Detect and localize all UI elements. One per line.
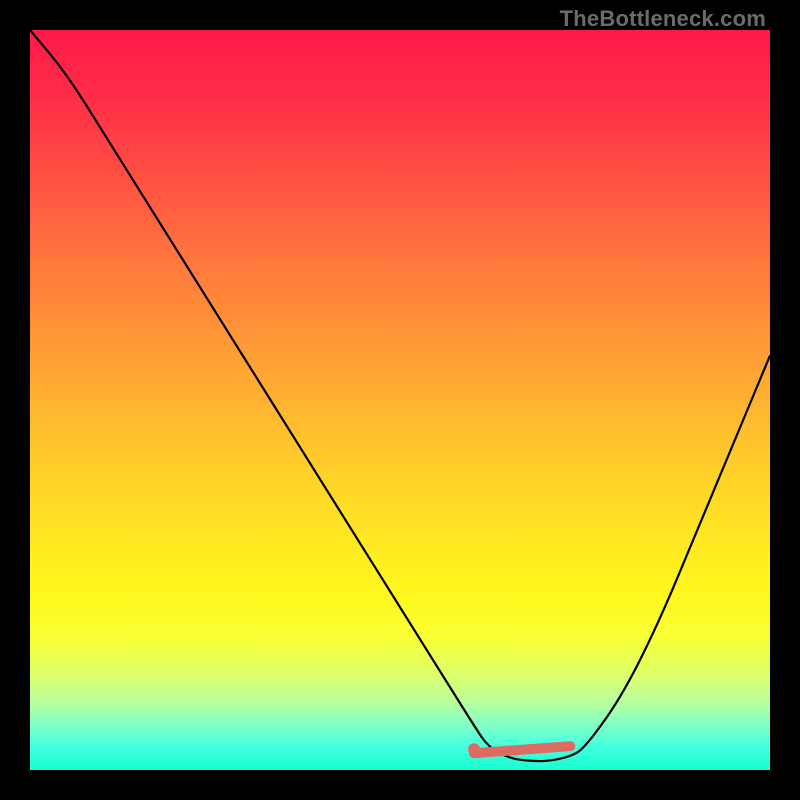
chart-stage: TheBottleneck.com: [0, 0, 800, 800]
plot-area: [30, 30, 770, 770]
attribution-label: TheBottleneck.com: [560, 6, 766, 32]
optimal-marker: [30, 30, 770, 770]
marker-dot: [468, 743, 480, 755]
marker-path: [474, 746, 570, 753]
